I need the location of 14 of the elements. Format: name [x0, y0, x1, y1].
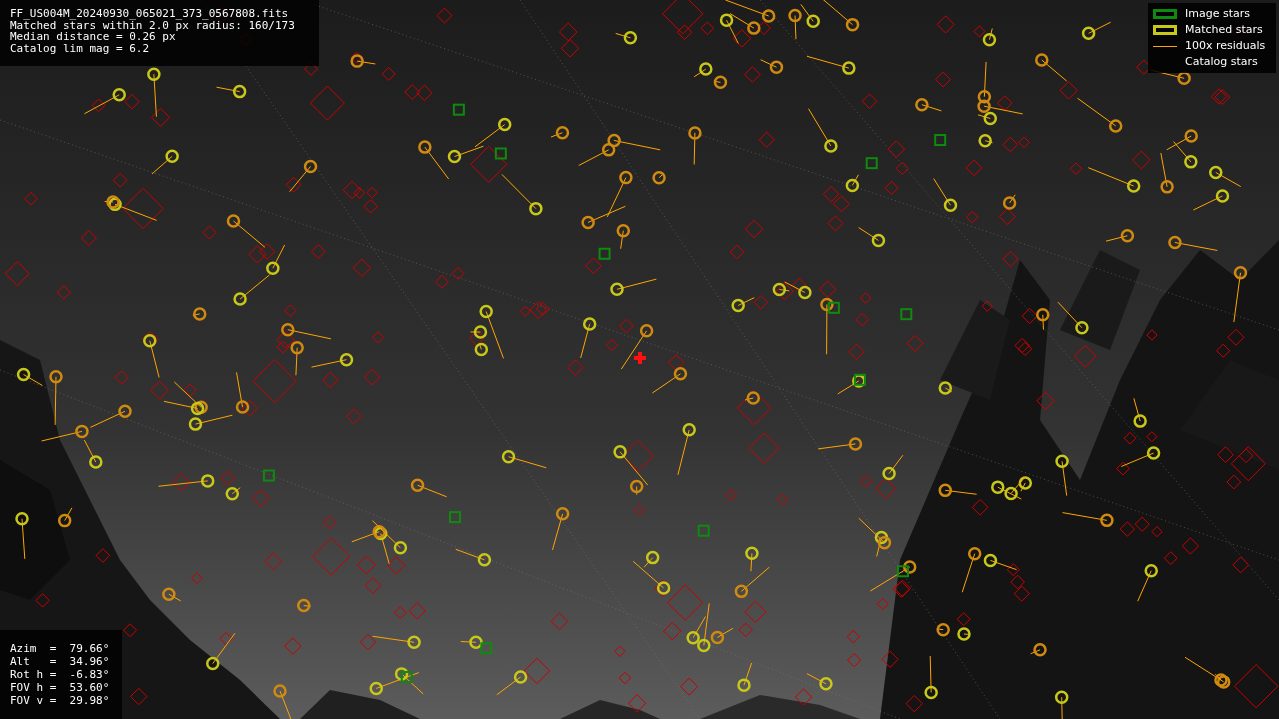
info-text: FF_US004M_20240930_065021_373_0567808.fits	[10, 8, 290, 20]
legend-label: Matched stars	[1185, 21, 1263, 38]
info-text: Catalog lim mag = 6.2	[10, 42, 151, 54]
legend-label: Catalog stars	[1185, 53, 1258, 70]
legend-label: 100x residuals	[1185, 37, 1266, 54]
crosshair-icon	[634, 352, 646, 364]
pointing-text: FOV h = 53.60°	[10, 681, 111, 694]
pointing-text: Rot h = -6.83°	[10, 668, 111, 681]
pointing-text: Azim = 79.66°	[10, 642, 111, 655]
info-text: Matched stars within 2.0 px radius: 160/173	[10, 19, 296, 31]
info-text: Median distance = 0.26 px	[10, 31, 176, 43]
pointing-text: Alt = 34.96°	[10, 655, 111, 668]
legend-label: Image stars	[1185, 5, 1250, 22]
pointing-text: FOV v = 29.98°	[10, 694, 111, 707]
